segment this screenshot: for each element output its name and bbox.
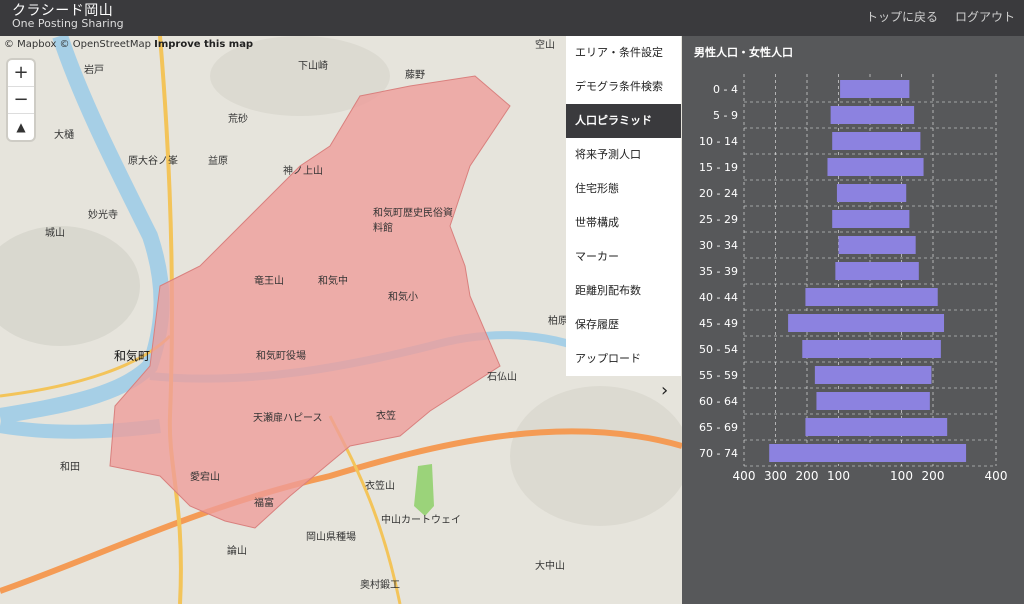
compass-button[interactable]: ▲ (8, 114, 34, 140)
map-label: 益原 (208, 156, 228, 167)
map-label: 和気小 (388, 292, 418, 303)
map-label: 大中山 (535, 561, 565, 572)
x-tick-label: 100 (890, 469, 913, 483)
menu-item-future-population[interactable]: 将来予測人口 (566, 138, 681, 172)
menu-item-marker[interactable]: マーカー (566, 240, 681, 274)
map-label: 岡山県種場 (306, 532, 356, 543)
map-label: 大樋 (54, 130, 74, 141)
x-tick-label: 200 (796, 469, 819, 483)
pyramid-bar (814, 366, 932, 384)
map-label: 衣笠 (376, 411, 396, 422)
x-tick-label: 200 (922, 469, 945, 483)
mapbox-link[interactable]: © Mapbox (4, 39, 56, 50)
pyramid-bar (805, 288, 938, 306)
zoom-out-button[interactable]: − (8, 87, 34, 114)
age-label: 55 - 59 (699, 369, 738, 382)
x-tick-label: 100 (827, 469, 850, 483)
improve-map-link[interactable]: Improve this map (154, 39, 253, 50)
map-label: 和気中 (318, 276, 348, 287)
age-label: 10 - 14 (699, 135, 738, 148)
app-subtitle: One Posting Sharing (12, 17, 124, 30)
map-label: 奥村鍛工 (360, 580, 400, 591)
menu-item-household[interactable]: 世帯構成 (566, 206, 681, 240)
pyramid-bar (827, 158, 924, 176)
menu-item-distance-distribution[interactable]: 距離別配布数 (566, 274, 681, 308)
menu-item-save-history[interactable]: 保存履歴 (566, 308, 681, 342)
side-menu: エリア・条件設定 デモグラ条件検索 人口ピラミッド 将来予測人口 住宅形態 世帯… (566, 36, 681, 376)
map-label: 愛宕山 (190, 472, 220, 483)
pyramid-bar (788, 314, 945, 332)
pyramid-bar (769, 444, 967, 462)
x-tick-label: 300 (764, 469, 787, 483)
collapse-chevron-icon[interactable]: › (661, 380, 668, 401)
osm-link[interactable]: © OpenStreetMap (60, 39, 151, 50)
menu-item-demographic-search[interactable]: デモグラ条件検索 (566, 70, 681, 104)
map-label: 論山 (227, 546, 247, 557)
map-label: 荒砂 (228, 114, 248, 125)
age-label: 35 - 39 (699, 265, 738, 278)
zoom-controls: + − ▲ (8, 60, 34, 140)
map-label: 神ノ上山 (283, 166, 323, 177)
zoom-in-button[interactable]: + (8, 60, 34, 87)
age-label: 65 - 69 (699, 421, 738, 434)
map-label: 衣笠山 (365, 481, 395, 492)
map-attribution: © Mapbox © OpenStreetMap Improve this ma… (4, 39, 253, 50)
pyramid-bar (832, 132, 921, 150)
menu-item-population-pyramid[interactable]: 人口ピラミッド (566, 104, 681, 138)
age-label: 0 - 4 (713, 83, 738, 96)
top-header: クラシード岡山 One Posting Sharing トップに戻る ログアウト (0, 0, 1024, 36)
map-label: 空山 (535, 40, 555, 51)
pyramid-bar (816, 392, 930, 410)
age-label: 60 - 64 (699, 395, 738, 408)
map-label: 竜王山 (254, 276, 284, 287)
x-tick-label: 400 (985, 469, 1008, 483)
map-label: 天瀬扉ハピース (253, 413, 323, 424)
pyramid-bar (838, 236, 916, 254)
age-label: 40 - 44 (699, 291, 738, 304)
map-label: 城山 (45, 228, 65, 239)
population-pyramid-chart: 0 - 4 5 - 9 10 - 14 15 - 19 20 - 24 25 - 29 30… (699, 74, 1008, 483)
menu-item-upload[interactable]: アップロード (566, 342, 681, 376)
map-label: 柏原 (548, 316, 568, 327)
age-label: 20 - 24 (699, 187, 738, 200)
age-label: 50 - 54 (699, 343, 738, 356)
back-to-top-link[interactable]: トップに戻る (866, 8, 938, 25)
pyramid-panel: 男性人口・女性人口 0 - 45 - 9 10 - 14 15 - 19 20 - 2… (682, 36, 1024, 604)
map-label: 和気町歴史民俗資料館 (373, 208, 453, 234)
age-label: 5 - 9 (713, 109, 738, 122)
pyramid-bar (830, 106, 915, 124)
pyramid-bar (832, 210, 910, 228)
map-label: 原大谷ノ峯 (128, 156, 178, 167)
pyramid-bar (802, 340, 941, 358)
map-label: 中山カートウェイ (381, 515, 461, 526)
map-label: 和田 (60, 462, 80, 473)
age-label: 25 - 29 (699, 213, 738, 226)
age-label: 15 - 19 (699, 161, 738, 174)
map-label: 福富 (254, 498, 274, 509)
pyramid-bar (840, 80, 910, 98)
pyramid-bar (805, 418, 948, 436)
map-label: 和気町 (114, 349, 151, 363)
x-tick-label: 400 (733, 469, 756, 483)
age-label: 70 - 74 (699, 447, 738, 460)
map-label: 和気町役場 (256, 351, 306, 362)
map-label: 下山崎 (298, 61, 328, 72)
map-label: 藤野 (405, 70, 425, 81)
menu-item-area-conditions[interactable]: エリア・条件設定 (566, 36, 681, 70)
logout-link[interactable]: ログアウト (955, 8, 1015, 25)
map-label: 石仏山 (487, 372, 517, 383)
pyramid-bar (835, 262, 919, 280)
map-label: 妙光寺 (88, 210, 118, 221)
age-label: 30 - 34 (699, 239, 738, 252)
menu-item-housing-type[interactable]: 住宅形態 (566, 172, 681, 206)
map-label: 岩戸 (84, 65, 104, 76)
pyramid-bar (836, 184, 907, 202)
age-label: 45 - 49 (699, 317, 738, 330)
